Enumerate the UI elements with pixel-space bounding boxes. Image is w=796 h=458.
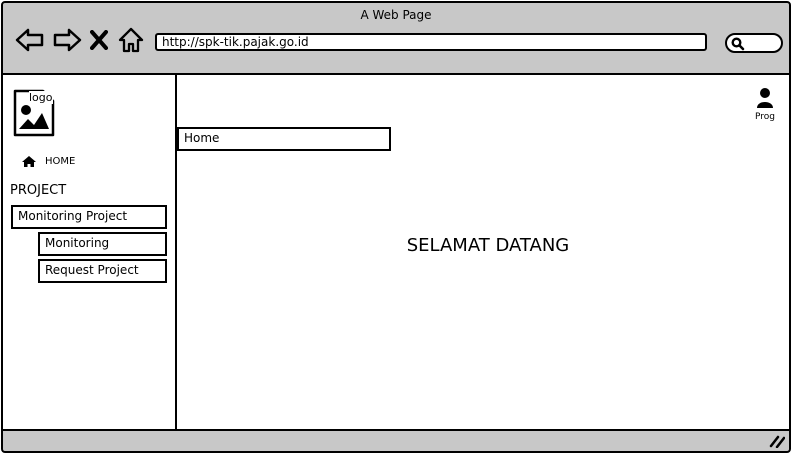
home-button[interactable] — [117, 27, 145, 53]
close-icon — [90, 30, 108, 50]
sidebar-item-home[interactable]: HOME — [21, 155, 75, 168]
sidebar-item-monitoring[interactable]: Monitoring — [38, 232, 167, 256]
back-button[interactable] — [15, 27, 45, 53]
user-menu[interactable]: Prog — [755, 87, 775, 122]
address-bar[interactable]: http://spk-tik.pajak.go.id — [155, 33, 707, 51]
forward-button[interactable] — [52, 27, 82, 53]
sidebar: logo HOME PROJECT Monitoring Project Mon… — [3, 75, 177, 429]
home-icon — [22, 156, 36, 167]
logo-label: logo — [29, 91, 53, 104]
sidebar-item-request-project[interactable]: Request Project — [38, 259, 167, 283]
main-panel: Home SELAMAT DATANG Prog — [177, 75, 789, 429]
resize-grip-icon[interactable] — [769, 434, 785, 448]
stop-button[interactable] — [88, 27, 110, 53]
browser-window: A Web Page http://spk-tik.pajak.go.id lo… — [1, 1, 791, 453]
sidebar-section-title: PROJECT — [10, 183, 67, 198]
home-icon — [118, 27, 144, 53]
back-arrow-icon — [15, 28, 44, 52]
status-bar — [3, 429, 789, 451]
search-icon — [731, 37, 745, 51]
sidebar-item-label: HOME — [45, 156, 76, 167]
user-icon — [757, 88, 773, 108]
forward-arrow-icon — [53, 28, 82, 52]
user-label: Prog — [755, 112, 775, 122]
welcome-heading: SELAMAT DATANG — [406, 235, 570, 256]
page-content: logo HOME PROJECT Monitoring Project Mon… — [3, 73, 789, 431]
search-box[interactable] — [725, 33, 783, 53]
sidebar-item-monitoring-project[interactable]: Monitoring Project — [11, 205, 167, 229]
tab-home[interactable]: Home — [177, 127, 391, 151]
window-title: A Web Page — [360, 8, 432, 22]
